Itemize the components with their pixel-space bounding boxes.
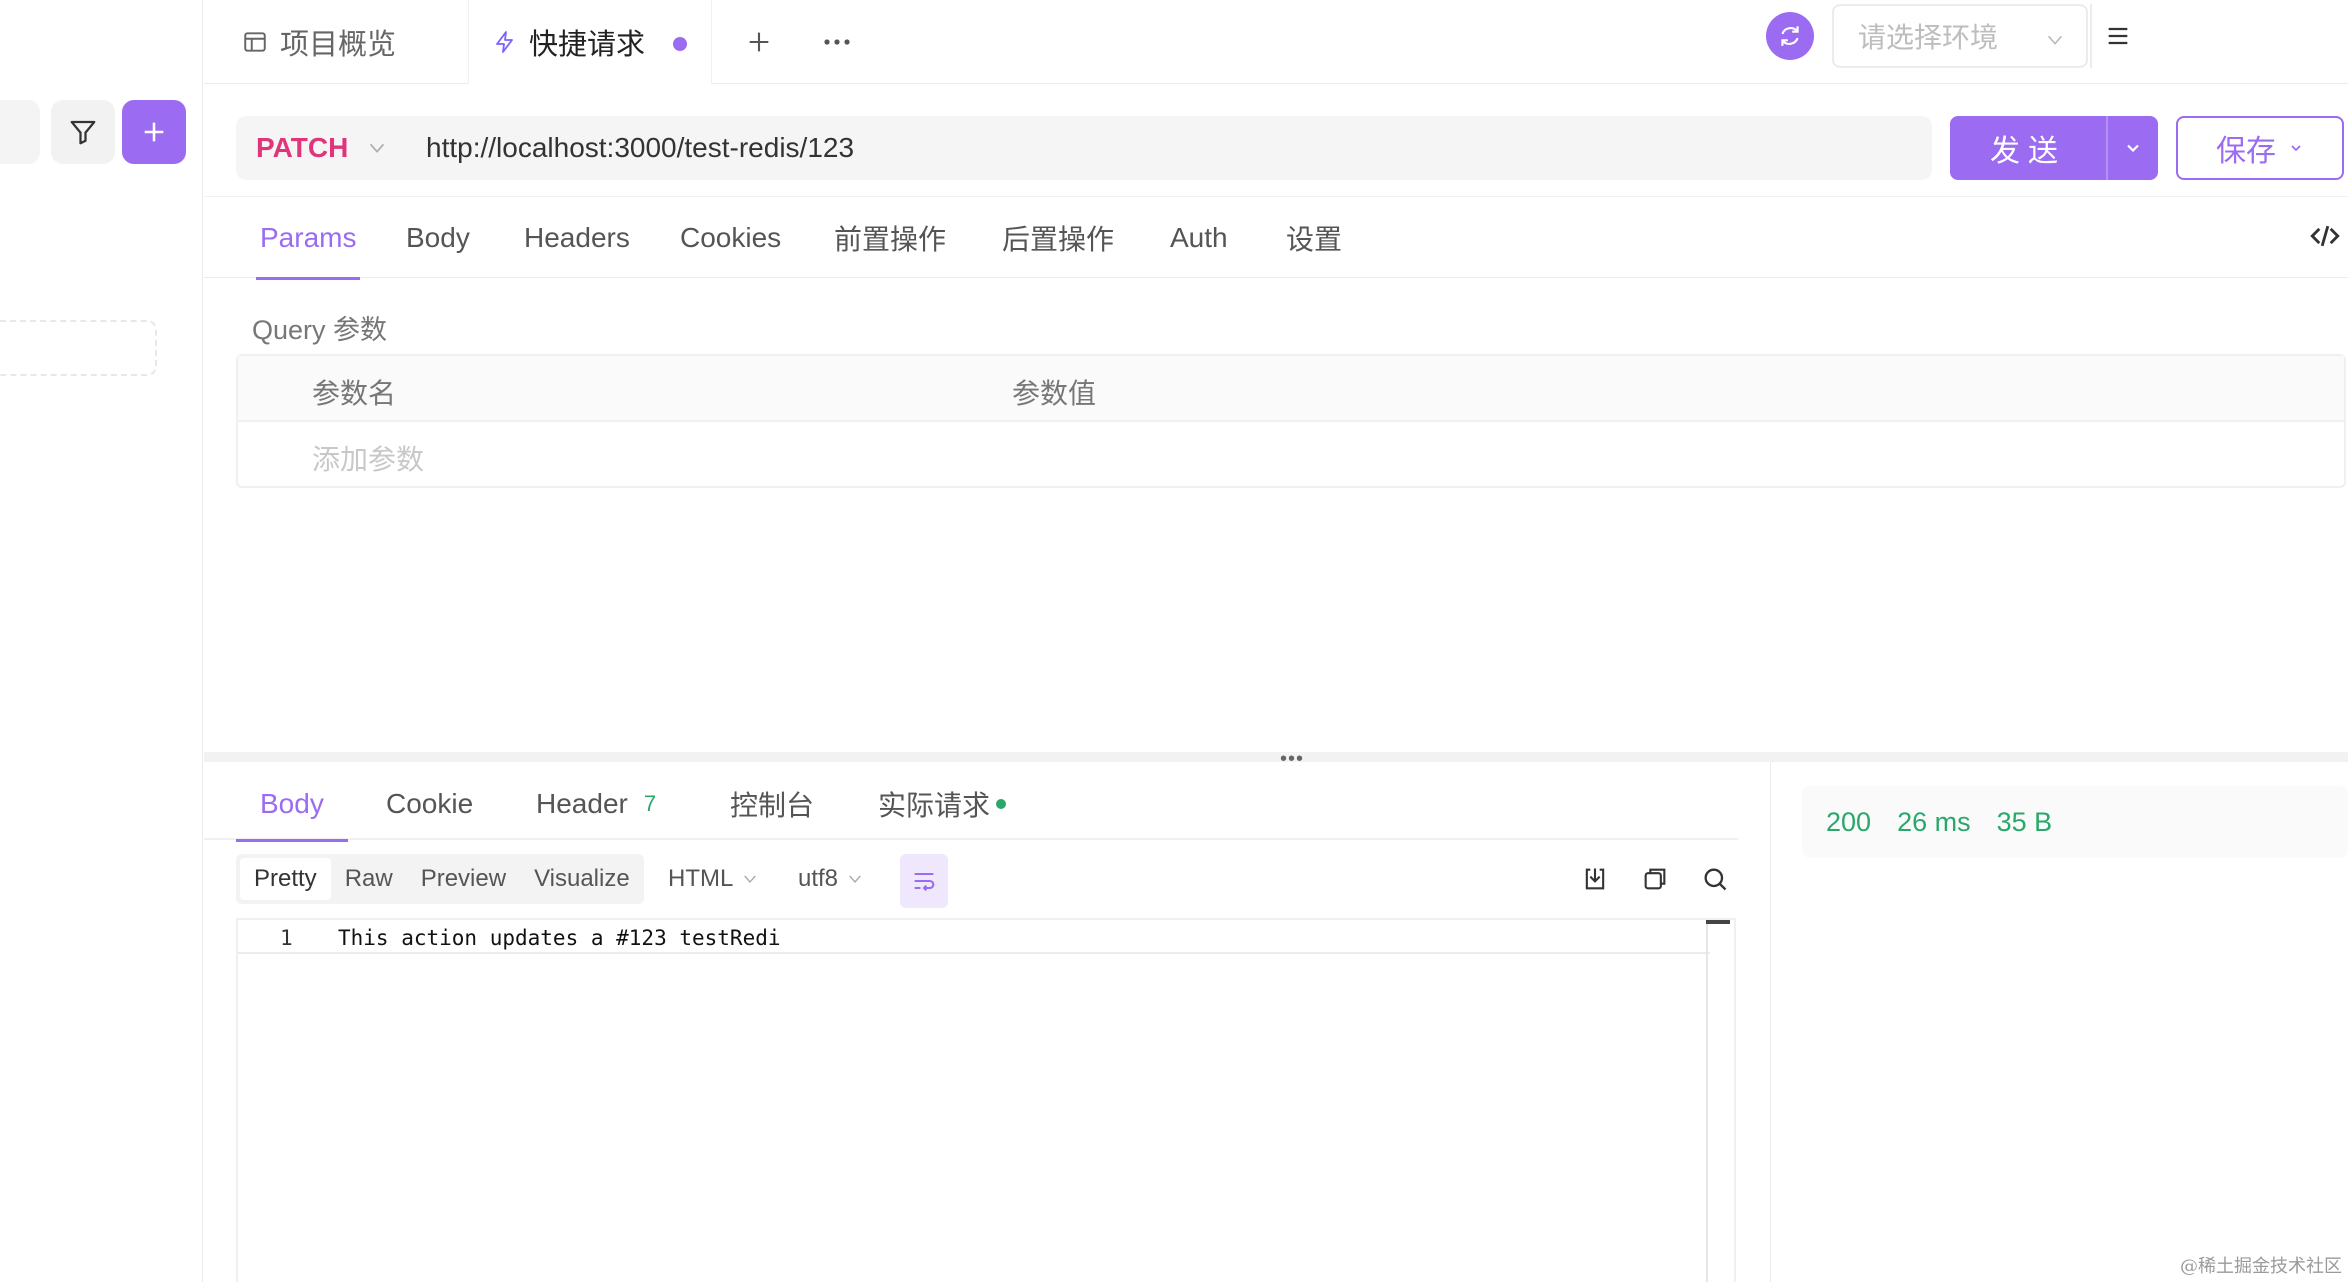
params-table: 参数名 参数值 添加参数 (236, 354, 2346, 488)
actual-request-label: 实际请求 (878, 790, 991, 821)
environment-settings-button[interactable] (1766, 12, 1814, 60)
tab-quick-request[interactable]: 快捷请求 (468, 0, 712, 84)
scrollbar-thumb[interactable] (1706, 920, 1730, 924)
params-table-header: 参数名 参数值 (238, 356, 2344, 422)
status-code: 200 (1826, 806, 1872, 837)
send-options-button[interactable] (2108, 138, 2158, 158)
overview-icon (242, 29, 268, 55)
query-params-label: Query 参数 (252, 315, 388, 345)
copy-icon (1644, 868, 1666, 890)
response-tab-body[interactable]: Body (236, 768, 348, 842)
content-type-value: HTML (668, 865, 734, 892)
tab-label: 快捷请求 (529, 29, 646, 61)
download-icon (1585, 868, 1605, 890)
save-label: 保存 (2216, 135, 2276, 168)
param-value-header: 参数值 (1012, 378, 1097, 409)
chevron-down-icon (366, 137, 388, 159)
tab-body[interactable]: Body (406, 197, 470, 279)
environment-select[interactable]: 请选择环境 (1832, 4, 2088, 68)
sidebar-search-input[interactable] (0, 100, 40, 164)
copy-button[interactable] (1638, 862, 1672, 896)
wrap-icon (914, 872, 935, 892)
format-preview[interactable]: Preview (407, 858, 520, 900)
more-tabs-button[interactable] (812, 0, 862, 84)
search-icon (1704, 868, 1727, 891)
header-count-badge: 7 (643, 791, 657, 816)
encoding-select[interactable]: utf8 (798, 854, 864, 904)
sidebar-dashed-placeholder (0, 320, 157, 376)
save-button[interactable]: 保存 (2176, 116, 2344, 180)
method-label: PATCH (256, 132, 349, 163)
environment-placeholder: 请选择环境 (1858, 22, 1999, 53)
tab-headers[interactable]: Headers (524, 197, 630, 279)
tab-label: 项目概览 (280, 29, 397, 61)
response-body-editor[interactable]: 1 This action updates a #123 testRedi (236, 918, 1736, 1282)
tab-pre-request[interactable]: 前置操作 (834, 197, 946, 279)
chevron-down-icon (2291, 145, 2301, 152)
chevron-down-icon (744, 875, 757, 884)
response-tab-console[interactable]: 控制台 (730, 768, 814, 840)
line-number: 1 (280, 926, 293, 950)
response-tabs: Body Cookie Header 7 控制台 实际请求 (204, 768, 1738, 842)
sync-icon (1781, 26, 1799, 46)
status-dot (996, 799, 1007, 809)
param-name-header: 参数名 (312, 378, 397, 409)
add-button[interactable] (122, 100, 186, 164)
more-icon (824, 39, 850, 45)
response-status-panel: 200 26 ms 35 B (1802, 786, 2348, 858)
tab-post-request[interactable]: 后置操作 (1002, 197, 1114, 279)
url-input[interactable]: http://localhost:3000/test-redis/123 (410, 132, 854, 164)
line-text: This action updates a #123 testRedi (338, 926, 781, 950)
response-tab-actual-request[interactable]: 实际请求 (878, 768, 1007, 840)
response-tab-header[interactable]: Header 7 (536, 768, 656, 840)
response-size: 35 B (1996, 806, 2053, 837)
generate-code-button[interactable] (2308, 219, 2342, 258)
sidebar (0, 0, 203, 1282)
editor-scrollbar[interactable] (1706, 920, 1734, 1282)
unsaved-dot (673, 37, 687, 51)
lightning-icon (493, 29, 517, 55)
response-tab-cookie[interactable]: Cookie (386, 768, 473, 840)
add-param-placeholder: 添加参数 (312, 444, 425, 475)
new-tab-button[interactable] (734, 0, 784, 84)
encoding-value: utf8 (798, 865, 839, 892)
tab-cookies[interactable]: Cookies (680, 197, 781, 279)
filter-icon (70, 120, 96, 145)
menu-icon (2108, 27, 2128, 45)
format-visualize[interactable]: Visualize (520, 858, 644, 900)
method-select[interactable]: PATCH (236, 116, 410, 180)
chevron-down-icon (2127, 144, 2139, 153)
tab-params[interactable]: Params (255, 197, 361, 280)
send-label: 发送 (1990, 135, 2066, 168)
pane-splitter[interactable] (204, 752, 2348, 762)
main-menu-button[interactable] (2090, 4, 2144, 68)
code-icon (2310, 225, 2340, 247)
plus-icon (749, 32, 769, 52)
format-raw[interactable]: Raw (331, 858, 407, 900)
chevron-down-icon (2044, 26, 2066, 58)
watermark: @稀土掘金技术社区 (2180, 1256, 2342, 1277)
response-tab-header-label: Header (536, 788, 628, 819)
response-format-group: Pretty Raw Preview Visualize (236, 854, 644, 904)
code-line: 1 This action updates a #123 testRedi (238, 920, 1710, 954)
add-param-row[interactable]: 添加参数 (238, 422, 2344, 486)
content-type-select[interactable]: HTML (668, 854, 759, 904)
filter-button[interactable] (51, 100, 115, 164)
response-side-divider (1770, 762, 1771, 1282)
search-button[interactable] (1698, 862, 1732, 896)
format-pretty[interactable]: Pretty (240, 858, 331, 900)
tab-settings[interactable]: 设置 (1286, 197, 1342, 279)
chevron-down-icon (849, 875, 861, 884)
plus-icon (144, 122, 164, 142)
tab-auth[interactable]: Auth (1170, 197, 1228, 279)
word-wrap-toggle[interactable] (900, 854, 948, 908)
request-tabs: Params Body Headers Cookies 前置操作 后置操作 Au… (204, 196, 2348, 280)
send-button[interactable]: 发送 (1950, 116, 2158, 180)
tab-project-overview[interactable]: 项目概览 (242, 0, 396, 84)
download-button[interactable] (1578, 862, 1612, 896)
request-bar: PATCH http://localhost:3000/test-redis/1… (236, 116, 1932, 180)
response-time: 26 ms (1897, 806, 1971, 837)
